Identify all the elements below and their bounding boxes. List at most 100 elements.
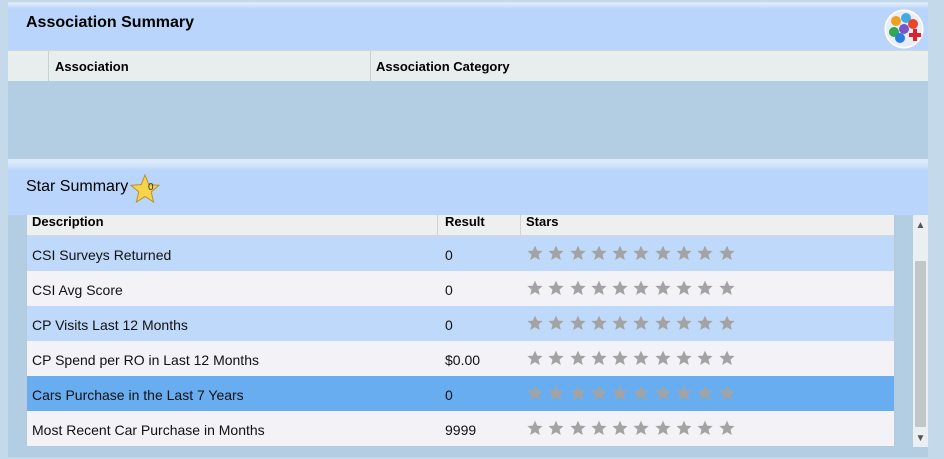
star-icon xyxy=(655,245,671,260)
star-icon xyxy=(655,350,671,365)
star-icon xyxy=(569,420,586,435)
star-icon xyxy=(569,245,586,260)
row-result: 0 xyxy=(445,387,453,403)
star-icon xyxy=(655,280,671,295)
star-badge-icon xyxy=(130,174,160,204)
star-summary-grid: Description Result Stars CSI Surveys Ret… xyxy=(26,215,895,447)
star-icon xyxy=(569,385,586,400)
star-icon xyxy=(697,315,713,330)
row-description: Most Recent Car Purchase in Months xyxy=(32,422,265,438)
table-row[interactable]: Cars Purchase in the Last 7 Years 0 xyxy=(27,376,894,411)
star-icon xyxy=(719,245,735,260)
star-summary-grid-area: Description Result Stars CSI Surveys Ret… xyxy=(8,215,928,457)
star-rating xyxy=(527,280,740,298)
column-header-association-category[interactable]: Association Category xyxy=(371,51,928,81)
star-icon xyxy=(719,420,735,435)
star-icon xyxy=(633,350,650,365)
row-result: $0.00 xyxy=(445,352,481,368)
star-icon xyxy=(569,350,586,365)
star-icon xyxy=(548,350,564,365)
chevron-down-icon[interactable]: ▼ xyxy=(913,430,928,447)
column-header-description[interactable]: Description xyxy=(27,215,438,235)
star-icon xyxy=(697,385,713,400)
star-icon xyxy=(527,350,543,365)
star-rating xyxy=(527,245,740,263)
star-icon xyxy=(569,315,586,330)
star-icon xyxy=(633,245,650,260)
star-icon xyxy=(527,245,543,260)
star-icon xyxy=(569,280,586,295)
star-icon xyxy=(527,280,543,295)
table-row[interactable]: CSI Surveys Returned 0 xyxy=(27,236,894,271)
star-icon xyxy=(548,385,564,400)
star-icon xyxy=(633,385,650,400)
star-badge-count: 0 xyxy=(148,182,154,193)
row-description: CP Spend per RO in Last 12 Months xyxy=(32,352,259,368)
star-icon xyxy=(633,280,650,295)
star-grid-header: Description Result Stars xyxy=(27,215,894,236)
star-icon xyxy=(612,350,628,365)
star-icon xyxy=(697,280,713,295)
star-icon xyxy=(655,385,671,400)
star-icon xyxy=(676,350,692,365)
star-grid-rows: CSI Surveys Returned 0 CSI Avg Score 0 CP Vi… xyxy=(27,236,894,446)
star-icon xyxy=(676,385,692,400)
scrollbar-thumb[interactable] xyxy=(915,261,926,427)
main-frame: Association Summary Association Associat… xyxy=(8,2,928,457)
star-icon xyxy=(633,420,650,435)
star-icon xyxy=(655,315,671,330)
table-row[interactable]: CP Visits Last 12 Months 0 xyxy=(27,306,894,341)
star-icon xyxy=(612,420,628,435)
star-summary-title: Star Summary xyxy=(26,178,129,195)
column-header-result[interactable]: Result xyxy=(438,215,521,235)
star-icon xyxy=(591,350,607,365)
vertical-scrollbar[interactable]: ▲ ▼ xyxy=(913,215,928,447)
star-icon xyxy=(591,245,607,260)
star-icon xyxy=(676,315,692,330)
column-header-stars[interactable]: Stars xyxy=(521,215,894,235)
star-icon xyxy=(548,280,564,295)
table-row[interactable]: CP Spend per RO in Last 12 Months $0.00 xyxy=(27,341,894,376)
star-icon xyxy=(527,315,543,330)
star-icon xyxy=(591,315,607,330)
table-row[interactable]: Most Recent Car Purchase in Months 9999 xyxy=(27,411,894,446)
star-icon xyxy=(697,245,713,260)
star-rating xyxy=(527,385,740,403)
star-icon xyxy=(719,350,735,365)
add-users-icon[interactable] xyxy=(882,7,926,51)
table-row[interactable]: CSI Avg Score 0 xyxy=(27,271,894,306)
row-description: Cars Purchase in the Last 7 Years xyxy=(32,387,244,403)
star-icon xyxy=(612,385,628,400)
star-icon xyxy=(719,315,735,330)
row-description: CP Visits Last 12 Months xyxy=(32,317,188,333)
association-summary-title: Association Summary xyxy=(26,14,195,31)
row-result: 0 xyxy=(445,247,453,263)
association-summary-header: Association Summary xyxy=(8,2,928,51)
star-icon xyxy=(612,315,628,330)
star-icon xyxy=(676,245,692,260)
star-rating xyxy=(527,420,740,438)
row-result: 9999 xyxy=(445,422,477,438)
star-icon xyxy=(719,280,735,295)
association-grid-header: Association Association Category xyxy=(8,50,928,82)
star-icon xyxy=(676,420,692,435)
star-icon xyxy=(527,385,543,400)
star-icon xyxy=(633,315,650,330)
star-icon xyxy=(527,420,543,435)
chevron-up-icon[interactable]: ▲ xyxy=(913,217,928,234)
association-grid-body xyxy=(8,81,928,159)
star-icon xyxy=(697,350,713,365)
star-icon xyxy=(548,245,564,260)
star-icon xyxy=(591,385,607,400)
star-icon xyxy=(697,420,713,435)
star-icon xyxy=(591,280,607,295)
star-rating xyxy=(527,315,740,333)
association-select-column xyxy=(8,51,49,81)
star-icon xyxy=(548,420,564,435)
star-icon xyxy=(612,245,628,260)
star-summary-header: Star Summary 0 xyxy=(8,163,928,215)
column-header-association[interactable]: Association xyxy=(48,51,371,81)
row-description: CSI Surveys Returned xyxy=(32,247,172,263)
star-icon xyxy=(548,315,564,330)
star-icon xyxy=(591,420,607,435)
